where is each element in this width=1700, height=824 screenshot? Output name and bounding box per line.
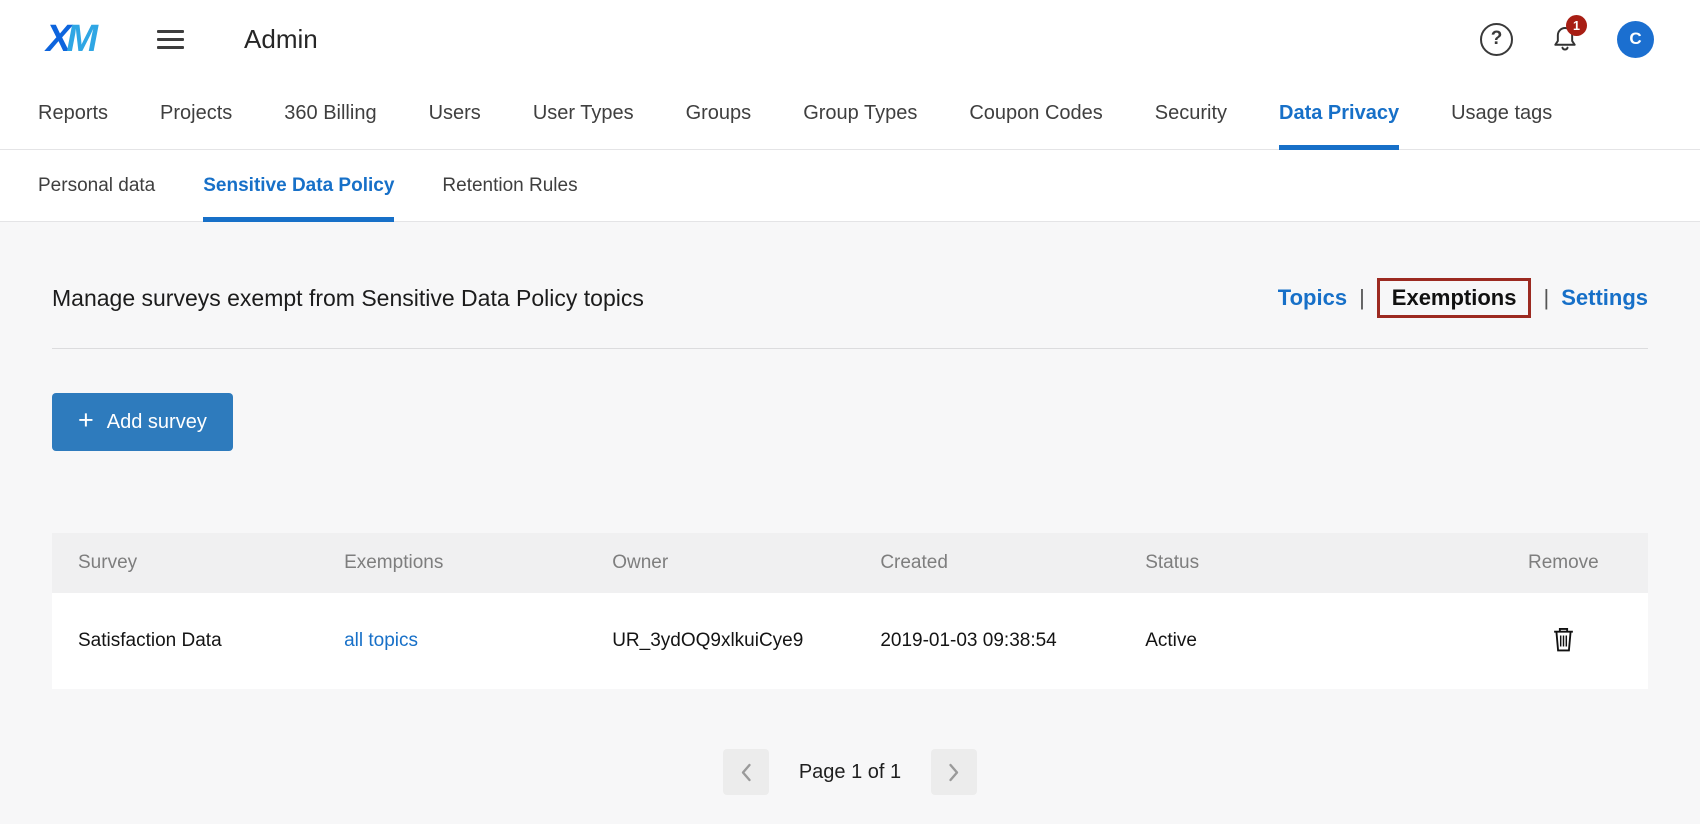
top-header: X M Admin ? 1 C: [0, 0, 1700, 78]
next-page-button[interactable]: [931, 749, 977, 795]
tab-personal-data[interactable]: Personal data: [38, 150, 155, 221]
tab-coupon-codes[interactable]: Coupon Codes: [969, 78, 1102, 149]
data-privacy-sub-nav: Personal data Sensitive Data Policy Rete…: [0, 150, 1700, 222]
table-header-row: Survey Exemptions Owner Created Status R…: [52, 533, 1648, 593]
tab-users[interactable]: Users: [429, 78, 481, 149]
cell-owner: UR_3ydOQ9xlkuiCye9: [612, 630, 880, 652]
title-divider: [52, 348, 1648, 349]
plus-icon: +: [78, 407, 94, 434]
notifications-button[interactable]: 1: [1551, 24, 1579, 54]
tab-security[interactable]: Security: [1155, 78, 1227, 149]
previous-page-button[interactable]: [723, 749, 769, 795]
admin-main-nav: Reports Projects 360 Billing Users User …: [0, 78, 1700, 150]
chevron-left-icon: [740, 763, 752, 782]
pagination: Page 1 of 1: [52, 749, 1648, 795]
exemptions-table: Survey Exemptions Owner Created Status R…: [52, 533, 1648, 689]
col-header-created: Created: [880, 552, 1145, 574]
view-link-exemptions-highlighted[interactable]: Exemptions: [1377, 278, 1532, 318]
col-header-status: Status: [1145, 552, 1479, 574]
tab-reports[interactable]: Reports: [38, 78, 108, 149]
tab-usage-tags[interactable]: Usage tags: [1451, 78, 1552, 149]
header-actions: ? 1 C: [1480, 21, 1654, 58]
col-header-remove: Remove: [1479, 552, 1648, 574]
view-switcher: Topics | Exemptions | Settings: [1278, 278, 1648, 318]
cell-created: 2019-01-03 09:38:54: [880, 630, 1145, 652]
view-link-settings[interactable]: Settings: [1561, 285, 1648, 311]
trash-icon: [1553, 627, 1574, 652]
cell-survey-name: Satisfaction Data: [52, 630, 344, 652]
tab-user-types[interactable]: User Types: [533, 78, 634, 149]
tab-group-types[interactable]: Group Types: [803, 78, 917, 149]
notification-badge: 1: [1566, 15, 1587, 36]
chevron-right-icon: [948, 763, 960, 782]
page-title-admin: Admin: [244, 24, 318, 55]
all-topics-link[interactable]: all topics: [344, 630, 418, 651]
tab-360-billing[interactable]: 360 Billing: [284, 78, 376, 149]
tab-retention-rules[interactable]: Retention Rules: [442, 150, 577, 221]
logo-letter-x: X: [46, 18, 68, 61]
view-link-topics[interactable]: Topics: [1278, 285, 1347, 311]
pagination-label: Page 1 of 1: [799, 761, 901, 784]
col-header-survey: Survey: [52, 552, 344, 574]
logo-letter-m: M: [66, 18, 95, 61]
main-content: Manage surveys exempt from Sensitive Dat…: [0, 278, 1700, 795]
table-row: Satisfaction Data all topics UR_3ydOQ9xl…: [52, 593, 1648, 689]
content-title-row: Manage surveys exempt from Sensitive Dat…: [52, 278, 1648, 318]
tab-groups[interactable]: Groups: [686, 78, 752, 149]
section-title: Manage surveys exempt from Sensitive Dat…: [52, 285, 644, 312]
question-mark-icon: ?: [1491, 28, 1503, 50]
remove-survey-button[interactable]: [1549, 623, 1578, 659]
col-header-owner: Owner: [612, 552, 880, 574]
view-separator: |: [1543, 285, 1549, 311]
tab-sensitive-data-policy[interactable]: Sensitive Data Policy: [203, 150, 394, 221]
tab-data-privacy[interactable]: Data Privacy: [1279, 78, 1399, 149]
add-survey-button[interactable]: + Add survey: [52, 393, 233, 451]
xm-logo: X M: [46, 18, 95, 61]
help-button[interactable]: ?: [1480, 23, 1513, 56]
cell-status: Active: [1145, 630, 1479, 652]
hamburger-menu-icon[interactable]: [157, 30, 184, 49]
col-header-exemptions: Exemptions: [344, 552, 612, 574]
view-separator: |: [1359, 285, 1365, 311]
avatar-initial: C: [1629, 29, 1641, 49]
user-avatar[interactable]: C: [1617, 21, 1654, 58]
add-survey-label: Add survey: [107, 411, 207, 434]
tab-projects[interactable]: Projects: [160, 78, 232, 149]
